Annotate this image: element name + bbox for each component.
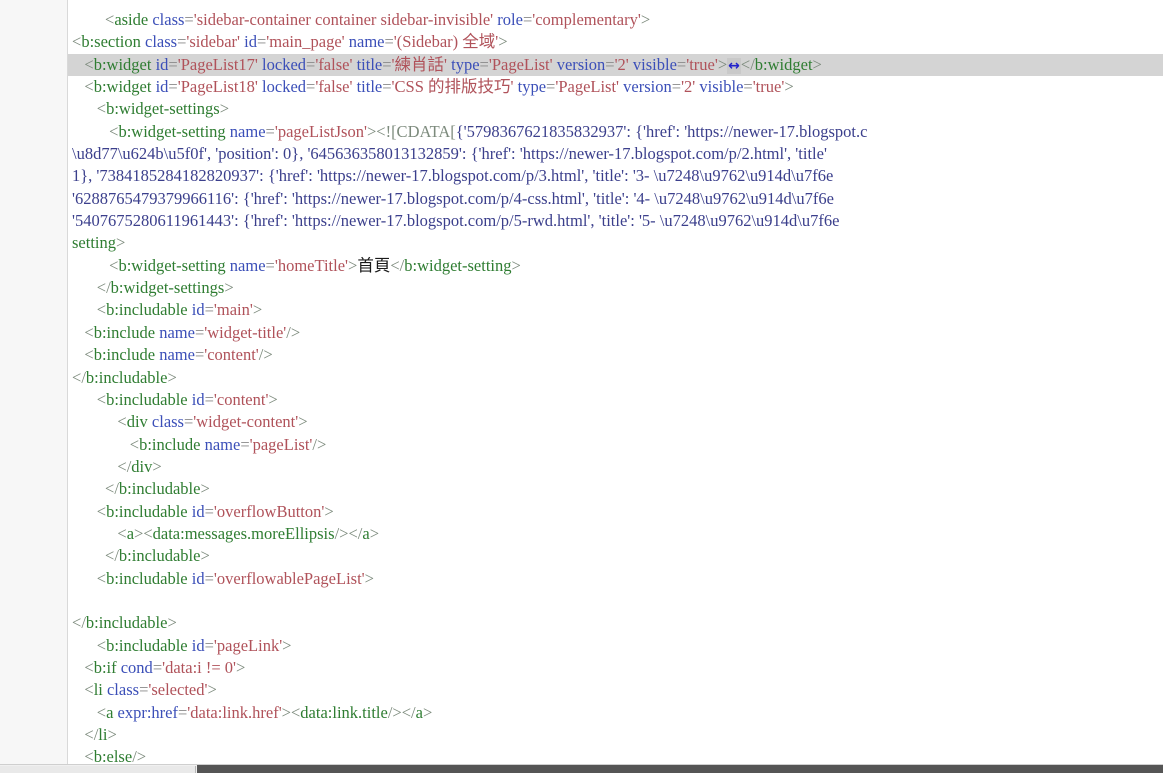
line-number-4762 (0, 724, 67, 746)
line-number-4744 (0, 322, 67, 344)
code-line[interactable] (68, 590, 1163, 612)
code-line[interactable]: </div> (68, 456, 1163, 478)
code-line[interactable]: <b:include name='widget-title'/> (68, 322, 1163, 344)
code-line[interactable]: </b:includable> (68, 612, 1163, 634)
code-line[interactable]: <b:section class='sidebar' id='main_page… (68, 31, 1163, 53)
code-line[interactable]: <b:include name='pageList'/> (68, 434, 1163, 456)
code-line[interactable]: </b:includable> (68, 478, 1163, 500)
line-number-4664[interactable] (0, 54, 67, 76)
line-number-4760[interactable] (0, 679, 67, 701)
line-number-4751 (0, 478, 67, 500)
gutter-spacer (0, 188, 67, 210)
line-number-4748[interactable] (0, 411, 67, 433)
line-number-4741[interactable] (0, 255, 67, 277)
gutter-spacer (0, 165, 67, 187)
code-line[interactable]: <b:if cond='data:i != 0'> (68, 657, 1163, 679)
line-number-4757 (0, 612, 67, 634)
code-editor-viewport: <aside class='sidebar-container containe… (0, 0, 1163, 764)
line-number-4740[interactable] (0, 121, 67, 143)
code-line[interactable]: <aside class='sidebar-container containe… (68, 9, 1163, 31)
code-line[interactable]: <b:widget-setting name='pageListJson'><!… (68, 121, 1163, 143)
line-number-4752[interactable] (0, 501, 67, 523)
line-number-4759[interactable] (0, 657, 67, 679)
code-line[interactable]: <div class='widget-content'> (68, 411, 1163, 433)
line-number-4749 (0, 434, 67, 456)
code-line[interactable]: </b:widget-settings> (68, 277, 1163, 299)
line-number-4754 (0, 545, 67, 567)
code-text-pane[interactable]: <aside class='sidebar-container containe… (68, 0, 1163, 764)
horizontal-scrollbar-thumb[interactable] (0, 766, 196, 773)
code-line[interactable]: '5407675280611961443': {'href': 'https:/… (68, 210, 1163, 232)
line-number-4756 (0, 590, 67, 612)
line-number-4755[interactable] (0, 568, 67, 590)
line-number-gutter (0, 0, 68, 764)
line-number-4746 (0, 367, 67, 389)
code-line[interactable]: </li> (68, 724, 1163, 746)
line-number-4750 (0, 456, 67, 478)
code-line[interactable]: <b:widget-setting name='homeTitle'>首頁</b… (68, 255, 1163, 277)
code-line[interactable]: <b:else/> (68, 746, 1163, 764)
line-number-4753[interactable] (0, 523, 67, 545)
line-number-4747[interactable] (0, 389, 67, 411)
code-line[interactable]: \u8d77\u624b\u5f0f', 'position': 0}, '64… (68, 143, 1163, 165)
line-number-4739[interactable] (0, 98, 67, 120)
code-line[interactable]: <a expr:href='data:link.href'><data:link… (68, 702, 1163, 724)
gutter-spacer (0, 143, 67, 165)
code-line[interactable]: </b:includable> (68, 367, 1163, 389)
code-line[interactable]: <b:widget id='PageList18' locked='false'… (68, 76, 1163, 98)
code-line[interactable]: setting> (68, 232, 1163, 254)
gutter-spacer (0, 232, 67, 254)
code-line[interactable]: <b:widget-settings> (68, 98, 1163, 120)
code-line[interactable]: <b:includable id='content'> (68, 389, 1163, 411)
code-line[interactable]: <b:includable id='pageLink'> (68, 635, 1163, 657)
code-line[interactable]: <b:includable id='main'> (68, 299, 1163, 321)
line-number-4758[interactable] (0, 635, 67, 657)
code-line[interactable]: '6288765479379966116': {'href': 'https:/… (68, 188, 1163, 210)
horizontal-scrollbar-track[interactable] (0, 764, 1163, 773)
line-number-4761[interactable] (0, 702, 67, 724)
code-line[interactable]: </b:includable> (68, 545, 1163, 567)
line-number-4763 (0, 746, 67, 764)
code-line[interactable]: <b:includable id='overflowButton'> (68, 501, 1163, 523)
code-line[interactable]: <b:includable id='overflowablePageList'> (68, 568, 1163, 590)
scrollbar-trough-shadow (197, 765, 1163, 773)
line-number-4662[interactable] (0, 9, 67, 31)
line-number-4743[interactable] (0, 299, 67, 321)
code-line[interactable]: <b:include name='content'/> (68, 344, 1163, 366)
line-number-4742 (0, 277, 67, 299)
code-line-selected[interactable]: <b:widget id='PageList17' locked='false'… (68, 53, 1163, 77)
code-line[interactable]: 1}, '7384185284182820937': {'href': 'htt… (68, 165, 1163, 187)
code-editor: <aside class='sidebar-container containe… (0, 0, 1163, 773)
line-number-4745 (0, 344, 67, 366)
gutter-spacer (0, 210, 67, 232)
line-number-4738[interactable] (0, 76, 67, 98)
line-number-4663[interactable] (0, 31, 67, 53)
code-line[interactable]: <li class='selected'> (68, 679, 1163, 701)
code-line[interactable]: <a><data:messages.moreEllipsis/></a> (68, 523, 1163, 545)
